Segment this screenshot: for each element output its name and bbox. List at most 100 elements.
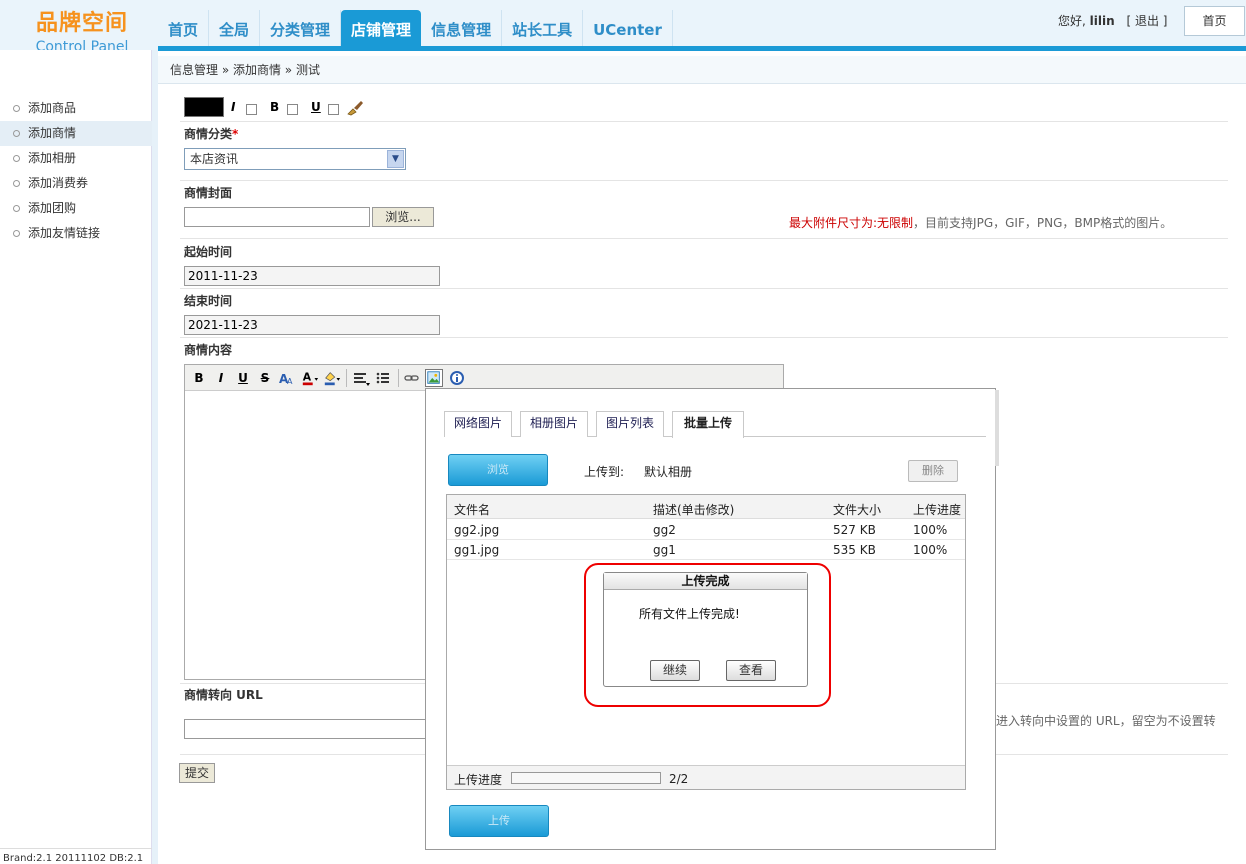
font-size-icon[interactable]: AA <box>278 369 296 387</box>
nav-tab-global[interactable]: 全局 <box>209 10 261 46</box>
background-color-icon[interactable] <box>323 369 341 387</box>
file-description[interactable]: gg1 <box>653 543 676 557</box>
tab-web-image[interactable]: 网络图片 <box>444 411 512 437</box>
toolbar-separator <box>398 369 399 387</box>
delete-button[interactable]: 删除 <box>908 460 958 482</box>
upload-size-note: 最大附件尺寸为:无限制，目前支持JPG，GIF，PNG，BMP格式的图片。 <box>789 214 1172 231</box>
toolbar-separator <box>346 369 347 387</box>
logout-link[interactable]: [ 退出 ] <box>1126 14 1167 28</box>
start-time-input[interactable] <box>184 266 440 286</box>
target-album[interactable]: 默认相册 <box>644 463 692 480</box>
required-mark: * <box>232 127 239 141</box>
chevron-down-icon[interactable]: ▼ <box>387 150 404 168</box>
greeting-prefix: 您好, <box>1058 14 1090 28</box>
align-icon[interactable] <box>352 369 370 387</box>
strikethrough-icon[interactable]: S <box>256 369 274 387</box>
file-description[interactable]: gg2 <box>653 523 676 537</box>
svg-text:A: A <box>287 377 293 386</box>
category-label-text: 商情分类 <box>184 127 233 141</box>
bold-toggle-label: B <box>270 100 280 114</box>
file-progress: 100% <box>913 543 948 557</box>
row-divider <box>180 180 1228 181</box>
user-greeting: 您好, lilin [ 退出 ] <box>1058 12 1167 29</box>
upload-complete-popup: 上传完成 所有文件上传完成! 继续 查看 <box>603 572 808 687</box>
header-accent-bar <box>158 46 1246 51</box>
browse-button[interactable]: 浏览... <box>372 207 434 227</box>
popup-message: 所有文件上传完成! <box>639 607 740 621</box>
tab-batch-upload[interactable]: 批量上传 <box>672 411 744 438</box>
sidebar-menu: 添加商品 添加商情 添加相册 添加消费券 添加团购 添加友情链接 <box>0 96 152 246</box>
nav-tab-home[interactable]: 首页 <box>158 10 210 46</box>
underline-toggle-label: U <box>311 100 321 114</box>
bold-checkbox[interactable] <box>287 104 298 115</box>
sidebar-item-add-album[interactable]: 添加相册 <box>0 146 152 171</box>
brush-clear-icon[interactable] <box>346 100 364 116</box>
popup-title: 上传完成 <box>604 573 807 590</box>
progress-label: 上传进度 <box>454 773 503 787</box>
redirect-url-input[interactable] <box>184 719 444 739</box>
username: lilin <box>1089 14 1115 28</box>
redirect-url-label: 商情转向 URL <box>184 688 263 702</box>
sidebar-divider <box>152 50 158 864</box>
category-label: 商情分类* <box>184 125 238 142</box>
nav-tab-info[interactable]: 信息管理 <box>421 10 503 46</box>
main-nav: 首页 全局 分类管理 店铺管理 信息管理 站长工具 UCenter <box>158 10 673 46</box>
logo-title: 品牌空间 <box>35 11 128 36</box>
image-icon[interactable] <box>425 369 443 387</box>
info-icon[interactable] <box>448 369 466 387</box>
table-header: 文件名 描述(单击修改) 文件大小 上传进度 <box>447 495 965 519</box>
column-header: 文件大小 <box>833 503 882 517</box>
content-label: 商情内容 <box>184 343 233 357</box>
end-time-input[interactable] <box>184 315 440 335</box>
underline-icon[interactable]: U <box>234 369 252 387</box>
table-row[interactable]: gg1.jpg gg1 535 KB 100% <box>447 540 965 560</box>
file-name: gg2.jpg <box>454 523 500 537</box>
italic-checkbox[interactable] <box>246 104 257 115</box>
nav-tab-category[interactable]: 分类管理 <box>260 10 342 46</box>
version-footer: Brand:2.1 20111102 DB:2.1 <box>0 848 152 864</box>
row-divider <box>180 337 1228 338</box>
sidebar-item-add-goods[interactable]: 添加商品 <box>0 96 152 121</box>
cover-file-input[interactable] <box>184 207 370 227</box>
row-divider <box>180 121 1228 122</box>
sidebar-item-add-coupon[interactable]: 添加消费券 <box>0 171 152 196</box>
file-size: 535 KB <box>833 543 876 557</box>
upload-to-label: 上传到: <box>584 465 625 479</box>
submit-button[interactable]: 提交 <box>179 763 215 783</box>
continue-button[interactable]: 继续 <box>650 660 700 681</box>
size-limit-text: 最大附件尺寸为:无限制 <box>789 216 914 230</box>
upload-progress-bar <box>511 772 661 784</box>
svg-text:A: A <box>303 371 312 384</box>
table-row[interactable]: gg2.jpg gg2 527 KB 100% <box>447 520 965 540</box>
font-color-icon[interactable]: A <box>301 369 319 387</box>
italic-toggle-label: I <box>231 100 236 114</box>
bold-icon[interactable]: B <box>190 369 208 387</box>
nav-tab-tools[interactable]: 站长工具 <box>502 10 584 46</box>
tab-album-image[interactable]: 相册图片 <box>520 411 588 437</box>
scrollbar[interactable] <box>995 390 999 466</box>
file-size: 527 KB <box>833 523 876 537</box>
file-progress: 100% <box>913 523 948 537</box>
cover-label: 商情封面 <box>184 186 233 200</box>
breadcrumb: 信息管理 » 添加商情 » 测试 <box>158 56 1246 84</box>
sidebar-item-add-link[interactable]: 添加友情链接 <box>0 221 152 246</box>
home-button[interactable]: 首页 <box>1184 6 1245 36</box>
link-icon[interactable] <box>403 369 421 387</box>
column-header: 文件名 <box>454 503 491 517</box>
browse-files-button[interactable]: 浏览 <box>448 454 548 486</box>
sidebar-item-add-news[interactable]: 添加商情 <box>0 121 152 146</box>
category-select[interactable]: 本店资讯 ▼ <box>184 148 406 170</box>
end-time-label: 结束时间 <box>184 294 233 308</box>
tab-image-list[interactable]: 图片列表 <box>596 411 664 437</box>
start-time-label: 起始时间 <box>184 245 233 259</box>
nav-tab-ucenter[interactable]: UCenter <box>583 10 673 46</box>
sidebar-item-add-groupbuy[interactable]: 添加团购 <box>0 196 152 221</box>
title-color-picker[interactable] <box>184 97 224 117</box>
view-button[interactable]: 查看 <box>726 660 776 681</box>
list-icon[interactable] <box>375 369 393 387</box>
upload-button[interactable]: 上传 <box>449 805 549 837</box>
italic-icon[interactable]: I <box>212 369 230 387</box>
nav-tab-store[interactable]: 店铺管理 <box>341 10 422 46</box>
underline-checkbox[interactable] <box>328 104 339 115</box>
format-text: ，目前支持JPG，GIF，PNG，BMP格式的图片。 <box>913 216 1173 230</box>
